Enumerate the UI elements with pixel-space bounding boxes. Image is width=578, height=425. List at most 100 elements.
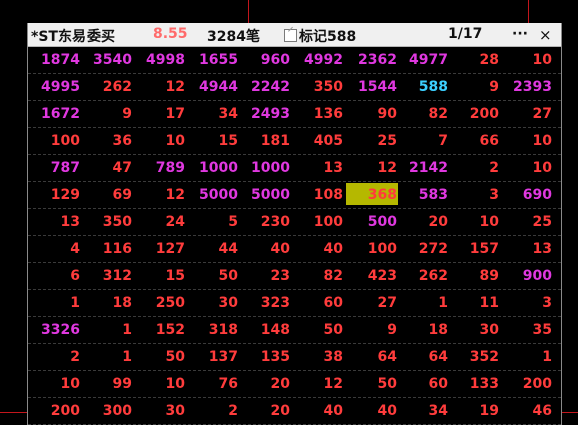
order-volume-cell[interactable]: 1000 <box>238 155 290 181</box>
order-volume-cell[interactable]: 1 <box>506 344 552 370</box>
order-volume-cell[interactable]: 318 <box>186 317 238 343</box>
order-volume-cell[interactable]: 272 <box>396 236 448 262</box>
order-volume-cell[interactable]: 100 <box>28 128 80 154</box>
order-volume-cell[interactable]: 13 <box>28 209 80 235</box>
order-volume-cell[interactable]: 2142 <box>396 155 448 181</box>
order-volume-cell[interactable]: 960 <box>238 47 290 73</box>
order-volume-cell[interactable]: 1 <box>28 290 80 316</box>
order-volume-cell[interactable]: 12 <box>133 74 185 100</box>
order-volume-cell[interactable]: 23 <box>238 263 290 289</box>
order-volume-cell[interactable]: 20 <box>396 209 448 235</box>
order-volume-cell[interactable]: 352 <box>447 344 499 370</box>
order-volume-cell[interactable]: 116 <box>80 236 132 262</box>
order-volume-cell[interactable]: 9 <box>447 74 499 100</box>
order-volume-cell[interactable]: 50 <box>291 317 343 343</box>
order-volume-cell[interactable]: 135 <box>238 344 290 370</box>
table-row[interactable]: 100 36 10 15 181 405 25 7 66 10 <box>28 128 561 155</box>
order-volume-cell[interactable]: 40 <box>291 398 343 424</box>
order-volume-cell[interactable]: 1000 <box>186 155 238 181</box>
order-volume-cell[interactable]: 66 <box>447 128 499 154</box>
close-button[interactable]: × <box>539 26 552 44</box>
order-volume-cell[interactable]: 12 <box>291 371 343 397</box>
order-volume-cell[interactable]: 500 <box>345 209 397 235</box>
order-volume-cell[interactable]: 1655 <box>186 47 238 73</box>
order-volume-cell[interactable]: 50 <box>133 344 185 370</box>
order-volume-cell[interactable]: 90 <box>345 101 397 127</box>
order-volume-cell[interactable]: 200 <box>506 371 552 397</box>
table-row[interactable]: 1672 9 17 34 2493 136 90 82 200 27 <box>28 101 561 128</box>
order-volume-cell[interactable]: 690 <box>506 182 552 208</box>
order-volume-cell[interactable]: 46 <box>506 398 552 424</box>
order-volume-cell[interactable]: 148 <box>238 317 290 343</box>
order-volume-cell[interactable]: 69 <box>80 182 132 208</box>
order-volume-cell[interactable]: 137 <box>186 344 238 370</box>
order-volume-cell[interactable]: 1544 <box>345 74 397 100</box>
order-volume-cell[interactable]: 18 <box>80 290 132 316</box>
order-volume-cell[interactable]: 13 <box>506 236 552 262</box>
order-volume-cell[interactable]: 2242 <box>238 74 290 100</box>
order-volume-cell[interactable]: 20 <box>238 398 290 424</box>
order-volume-cell[interactable]: 3326 <box>28 317 80 343</box>
order-volume-cell[interactable]: 50 <box>186 263 238 289</box>
table-row[interactable]: 6 312 15 50 23 82 423 262 89 900 <box>28 263 561 290</box>
order-volume-cell[interactable]: 27 <box>345 290 397 316</box>
order-volume-cell[interactable]: 30 <box>186 290 238 316</box>
order-volume-cell[interactable]: 13 <box>291 155 343 181</box>
order-volume-cell[interactable]: 10 <box>133 128 185 154</box>
order-volume-cell[interactable]: 108 <box>291 182 343 208</box>
table-row[interactable]: 2 1 50 137 135 38 64 64 352 1 <box>28 344 561 371</box>
order-volume-cell[interactable]: 588 <box>396 74 448 100</box>
order-volume-cell[interactable]: 64 <box>345 344 397 370</box>
order-volume-cell[interactable]: 10 <box>133 371 185 397</box>
order-volume-cell[interactable]: 200 <box>28 398 80 424</box>
order-volume-cell[interactable]: 312 <box>80 263 132 289</box>
order-volume-cell[interactable]: 34 <box>186 101 238 127</box>
table-row[interactable]: 129 69 12 5000 5000 108 368 583 3 690 <box>28 182 561 209</box>
order-volume-cell[interactable]: 10 <box>28 371 80 397</box>
order-volume-cell[interactable]: 152 <box>133 317 185 343</box>
order-volume-cell[interactable]: 423 <box>345 263 397 289</box>
order-volume-cell[interactable]: 7 <box>396 128 448 154</box>
table-row[interactable]: 1874 3540 4998 1655 960 4992 2362 4977 28 10 <box>28 47 561 74</box>
order-volume-cell[interactable]: 9 <box>80 101 132 127</box>
table-row[interactable]: 787 47 789 1000 1000 13 12 2142 2 10 <box>28 155 561 182</box>
mark-toggle[interactable]: 标记588 <box>284 26 356 46</box>
order-volume-cell[interactable]: 1672 <box>28 101 80 127</box>
order-volume-cell[interactable]: 27 <box>506 101 552 127</box>
order-volume-cell[interactable]: 4 <box>28 236 80 262</box>
table-row[interactable]: 10 99 10 76 20 12 50 60 133 200 <box>28 371 561 398</box>
mark-checkbox-icon[interactable] <box>284 29 297 42</box>
table-row[interactable]: 4 116 127 44 40 40 100 272 157 13 <box>28 236 561 263</box>
order-volume-cell[interactable]: 38 <box>291 344 343 370</box>
order-volume-cell[interactable]: 40 <box>291 236 343 262</box>
order-volume-cell[interactable]: 5 <box>186 209 238 235</box>
order-volume-cell[interactable]: 47 <box>80 155 132 181</box>
order-volume-cell[interactable]: 3540 <box>80 47 132 73</box>
order-volume-cell[interactable]: 200 <box>447 101 499 127</box>
order-volume-cell[interactable]: 9 <box>345 317 397 343</box>
order-volume-cell[interactable]: 35 <box>506 317 552 343</box>
order-volume-cell[interactable]: 12 <box>345 155 397 181</box>
order-volume-cell[interactable]: 100 <box>291 209 343 235</box>
order-volume-cell[interactable]: 300 <box>80 398 132 424</box>
order-volume-cell[interactable]: 127 <box>133 236 185 262</box>
order-volume-cell[interactable]: 3 <box>506 290 552 316</box>
table-row[interactable]: 3326 1 152 318 148 50 9 18 30 35 <box>28 317 561 344</box>
order-volume-cell[interactable]: 4995 <box>28 74 80 100</box>
more-options-button[interactable]: ··· <box>512 26 528 42</box>
order-volume-cell[interactable]: 350 <box>80 209 132 235</box>
order-volume-cell[interactable]: 368 <box>345 182 397 208</box>
order-volume-cell[interactable]: 1874 <box>28 47 80 73</box>
order-volume-cell[interactable]: 34 <box>396 398 448 424</box>
order-volume-cell[interactable]: 789 <box>133 155 185 181</box>
order-volume-cell[interactable]: 10 <box>506 47 552 73</box>
table-row[interactable]: 4995 262 12 4944 2242 350 1544 588 9 2393 <box>28 74 561 101</box>
order-volume-cell[interactable]: 82 <box>396 101 448 127</box>
order-volume-cell[interactable]: 60 <box>291 290 343 316</box>
order-volume-cell[interactable]: 19 <box>447 398 499 424</box>
order-volume-cell[interactable]: 323 <box>238 290 290 316</box>
order-volume-cell[interactable]: 50 <box>345 371 397 397</box>
order-volume-cell[interactable]: 583 <box>396 182 448 208</box>
order-volume-cell[interactable]: 6 <box>28 263 80 289</box>
order-volume-cell[interactable]: 405 <box>291 128 343 154</box>
